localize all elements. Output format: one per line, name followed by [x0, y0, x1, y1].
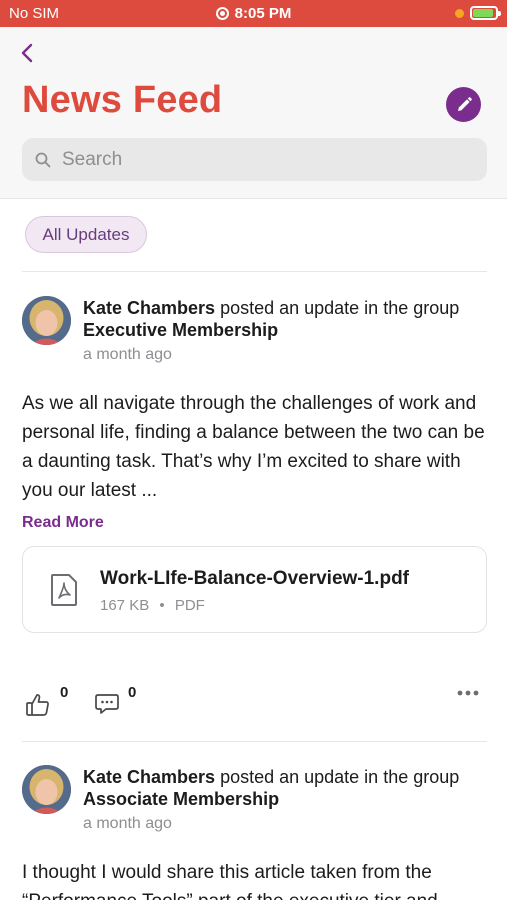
comment-icon[interactable] — [94, 692, 120, 716]
status-time: 8:05 PM — [234, 5, 292, 22]
page-title: News Feed — [22, 79, 223, 121]
group-name[interactable]: Associate Membership — [83, 789, 279, 809]
post-action: posted an update in the group — [220, 298, 460, 318]
compose-button[interactable] — [446, 87, 481, 122]
post-time: a month ago — [83, 346, 172, 363]
avatar-photo — [22, 765, 71, 814]
author-name[interactable]: Kate Chambers — [83, 767, 215, 787]
pencil-icon — [457, 96, 472, 111]
filter-all-updates[interactable]: All Updates — [25, 216, 147, 253]
status-time-group: 8:05 PM — [0, 5, 507, 22]
chevron-left-icon — [21, 43, 33, 63]
more-options-icon[interactable] — [456, 689, 480, 697]
author-name[interactable]: Kate Chambers — [83, 298, 215, 318]
status-bar: No SIM 8:05 PM — [0, 0, 507, 27]
comment-count: 0 — [128, 684, 137, 701]
attachment-card[interactable]: Work-LIfe-Balance-Overview-1.pdf 167 KB … — [22, 546, 487, 633]
author-avatar[interactable] — [22, 765, 71, 814]
header: News Feed — [0, 27, 507, 199]
search-box[interactable] — [22, 138, 487, 181]
file-meta: 167 KB • PDF — [100, 597, 205, 614]
meta-separator: • — [159, 597, 165, 614]
post-header: Kate Chambers posted an update in the gr… — [83, 297, 493, 341]
post-body: I thought I would share this article tak… — [22, 862, 438, 900]
avatar-photo — [22, 296, 71, 345]
author-avatar[interactable] — [22, 296, 71, 345]
file-name: Work-LIfe-Balance-Overview-1.pdf — [100, 568, 410, 589]
alarm-icon — [215, 7, 229, 20]
status-right — [455, 6, 501, 20]
post-time: a month ago — [83, 815, 172, 832]
post-actions: 0 0 — [0, 680, 507, 720]
divider — [22, 271, 487, 272]
file-type: PDF — [174, 597, 205, 614]
post-body: As we all navigate through the challenge… — [22, 393, 485, 501]
post-action: posted an update in the group — [220, 767, 460, 787]
read-more-link[interactable]: Read More — [22, 514, 104, 532]
divider — [22, 741, 487, 742]
recording-indicator-icon — [455, 8, 464, 18]
pdf-file-icon — [51, 574, 77, 606]
file-size: 167 KB — [100, 597, 150, 614]
back-button[interactable] — [14, 39, 42, 67]
search-icon — [35, 152, 51, 168]
post-header: Kate Chambers posted an update in the gr… — [83, 766, 493, 810]
like-count: 0 — [60, 684, 69, 701]
search-input[interactable] — [62, 138, 462, 181]
battery-charging-icon — [470, 6, 501, 20]
thumbs-up-icon[interactable] — [25, 692, 51, 718]
group-name[interactable]: Executive Membership — [83, 320, 278, 340]
